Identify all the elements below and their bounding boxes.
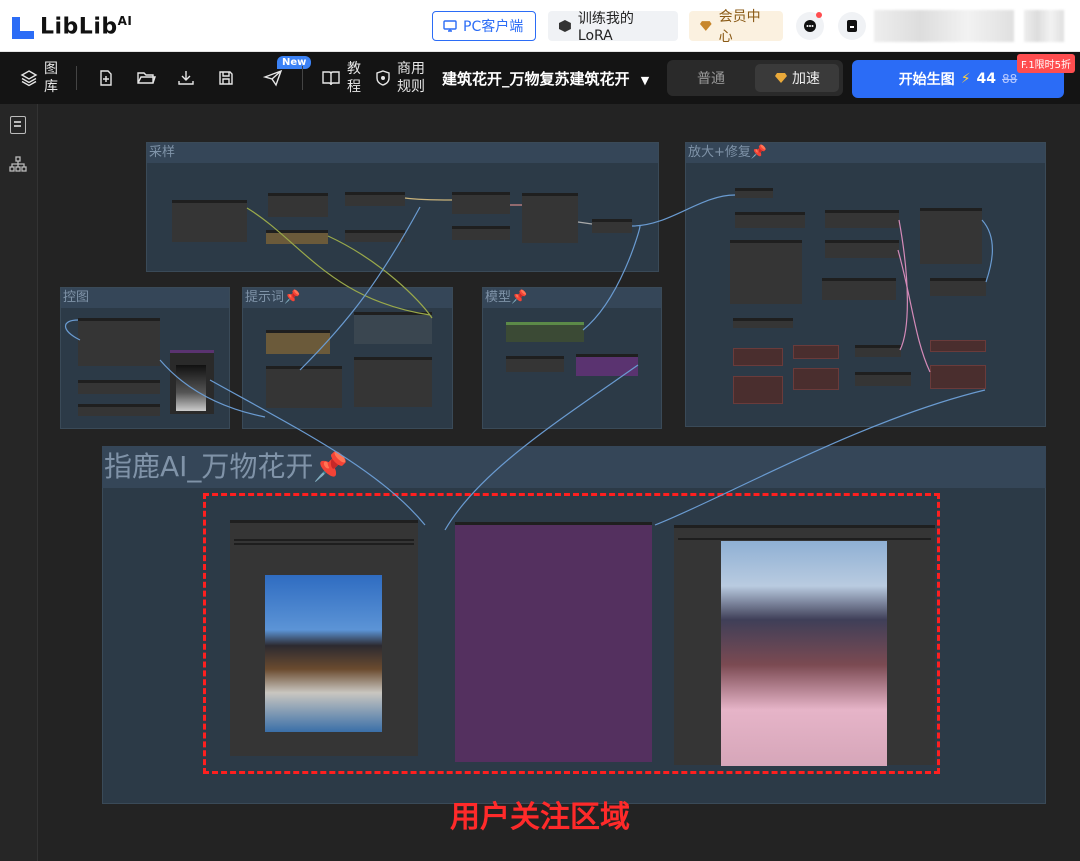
node-wires (64, 194, 993, 531)
